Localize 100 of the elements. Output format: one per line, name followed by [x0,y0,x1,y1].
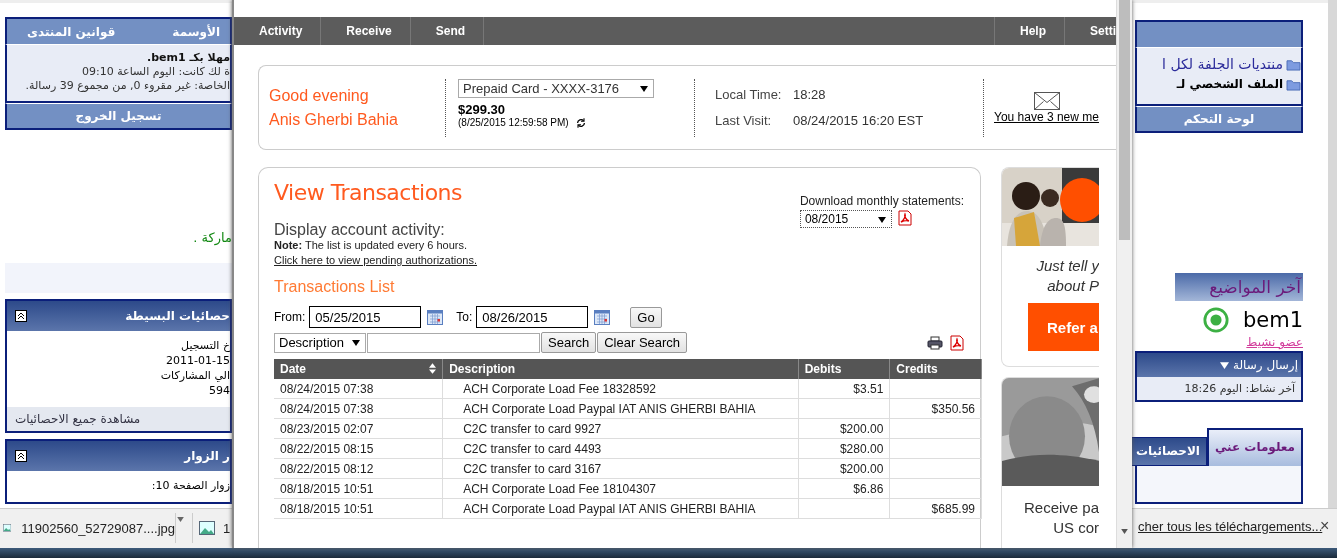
file-name: 11902560_52729087....jpg [21,520,175,536]
table-cell: $350.56 [931,401,975,416]
visitors-text: زوار الصفحة 10: [150,479,230,493]
note-text: Note: The list is updated every 6 hours. [274,239,468,251]
panel-title: حصائيات البسيطة [125,309,230,323]
local-time-label: Local Time: [715,85,783,104]
username: bem1 [1242,308,1303,332]
table-cell: 08/24/2015 07:38 [274,398,443,419]
column-header[interactable]: Description [442,359,799,379]
scrollbar-thumb[interactable] [1119,0,1130,240]
download-item[interactable]: 11902560_52729087....jpg [0,513,176,543]
table-cell-text: C2C transfer to card 4493 [462,441,602,456]
breadcrumb-link[interactable]: منتديات الجلفة لكل ا [1162,54,1283,74]
table-cell: $200.00 [839,421,884,436]
from-date-field[interactable]: 05/25/2015 [309,306,422,328]
promo-text: about P [1046,276,1099,296]
welcome-text: مهلا بكـ bem1. [146,51,230,65]
pdf-icon[interactable] [897,210,912,226]
scroll-down-icon[interactable] [1121,529,1128,534]
dropdown-arrow-icon[interactable] [177,517,184,522]
collapse-icon[interactable] [15,450,27,462]
table-cell: $6.86 [853,481,884,496]
show-all-downloads-link[interactable]: cher tous les téléchargements... [1138,519,1323,534]
clear-search-button[interactable]: Clear Search [597,332,688,353]
column-header[interactable]: Date [274,359,443,379]
search-field[interactable] [367,332,540,353]
printer-icon[interactable] [927,335,943,350]
refresh-icon[interactable] [574,116,587,129]
file-name: 1 [223,520,231,536]
section-heading: Transactions List [274,278,396,296]
table-cell: 08/18/2015 10:51 [274,498,443,519]
collapse-icon[interactable] [15,310,27,322]
pending-authorizations-link[interactable]: Click here to view pending authorizations. [274,254,477,266]
profile-tab[interactable]: معلومات عني [1206,428,1303,466]
promo-text: US cor [1052,518,1099,538]
last-activity-text: آخر نشاط: اليوم 18:26 [1137,377,1301,400]
latest-topics-header: آخر المواضيع [1175,273,1303,301]
table-cell: 08/24/2015 07:38 [274,379,443,399]
nav-item[interactable]: Setti [1065,17,1116,45]
column-header[interactable]: Credits [889,359,982,379]
table-cell-text: ACH Corporate Load Paypal IAT ANIS GHERBI BAHIA [462,401,756,416]
caret-icon [1220,362,1230,369]
filter-select[interactable]: Description [274,332,366,353]
panel-title: ر الزوار [184,449,230,463]
last-visit-value: 08/24/2015 16:20 EST [793,112,924,128]
caret-icon [640,85,648,92]
nav-item[interactable]: Send [410,17,485,45]
table-cell: $685.99 [931,501,975,516]
nav-item[interactable]: Receive [321,17,411,45]
envelope-icon [1034,91,1060,110]
to-date-field[interactable]: 08/26/2015 [476,306,589,328]
table-cell-text: C2C transfer to card 3167 [462,461,602,476]
stat-text: 594 [208,384,230,398]
folder-icon [1286,57,1301,71]
table-cell: $200.00 [839,461,884,476]
table-cell: 08/22/2015 08:12 [274,458,443,479]
send-message-menu[interactable]: إرسال رسالة [1137,353,1301,377]
online-status-icon [1202,307,1229,333]
column-header[interactable]: Debits [798,359,890,379]
search-button[interactable]: Search [541,332,597,353]
to-label: To: [456,310,473,324]
table-cell: 08/18/2015 10:51 [274,478,443,499]
new-messages-link[interactable]: You have 3 new me [994,109,1099,124]
local-time-value: 18:28 [793,86,826,102]
table-cell: 08/23/2015 02:07 [274,418,443,439]
statement-month-select[interactable]: 08/2015 [799,210,892,228]
user-rank: عضو نشيط [1245,335,1303,349]
view-all-stats-link[interactable]: مشاهدة جميع الاحصائيات [7,407,230,431]
calendar-icon[interactable] [594,309,611,325]
pdf-icon[interactable] [950,334,964,351]
welcome-text: الخاصة: غير مقروء 0, من مجموع 39 رسالة. [24,79,230,93]
table-cell-text: ACH Corporate Load Paypal IAT ANIS GHERBI BAHIA [462,501,756,516]
promo-text: Receive pa [1022,498,1099,518]
stat-text: 2011-01-15 [165,354,230,368]
sort-icon[interactable] [429,363,437,374]
balance-timestamp: (8/25/2015 12:59:58 PM) [458,117,569,128]
caret-icon [352,339,360,346]
folder-icon [1286,77,1301,91]
calendar-icon[interactable] [427,309,444,325]
image-file-icon [199,521,215,535]
nav-item[interactable]: Activity [234,17,322,45]
from-label: From: [274,310,306,324]
caret-icon [877,217,886,223]
last-visit-label: Last Visit: [715,111,773,130]
greeting-text: Good evening [269,85,370,106]
table-cell: $3.51 [853,381,884,396]
section-heading: Display account activity: [274,221,446,239]
breadcrumb-link[interactable]: الملف الشخصي لـ [1176,74,1283,94]
statements-label: Download monthly statements: [799,194,964,208]
notice-text: ماركة . [192,230,232,245]
go-button[interactable]: Go [630,306,662,328]
greeting-text: Anis Gherbi Bahia [269,109,399,130]
table-cell-text: C2C transfer to card 9927 [462,421,602,436]
welcome-text: ة لك كانت: اليوم الساعة 09:10 [81,65,230,79]
promo-text: Just tell y [1035,256,1099,276]
nav-item[interactable]: Help [994,17,1065,45]
stat-text: الي المشاركات [159,369,230,383]
table-cell-text: ACH Corporate Load Fee 18328592 [462,381,656,396]
card-select[interactable]: Prepaid Card - XXXX-3176 [458,78,654,98]
table-cell: 08/22/2015 08:15 [274,438,443,459]
